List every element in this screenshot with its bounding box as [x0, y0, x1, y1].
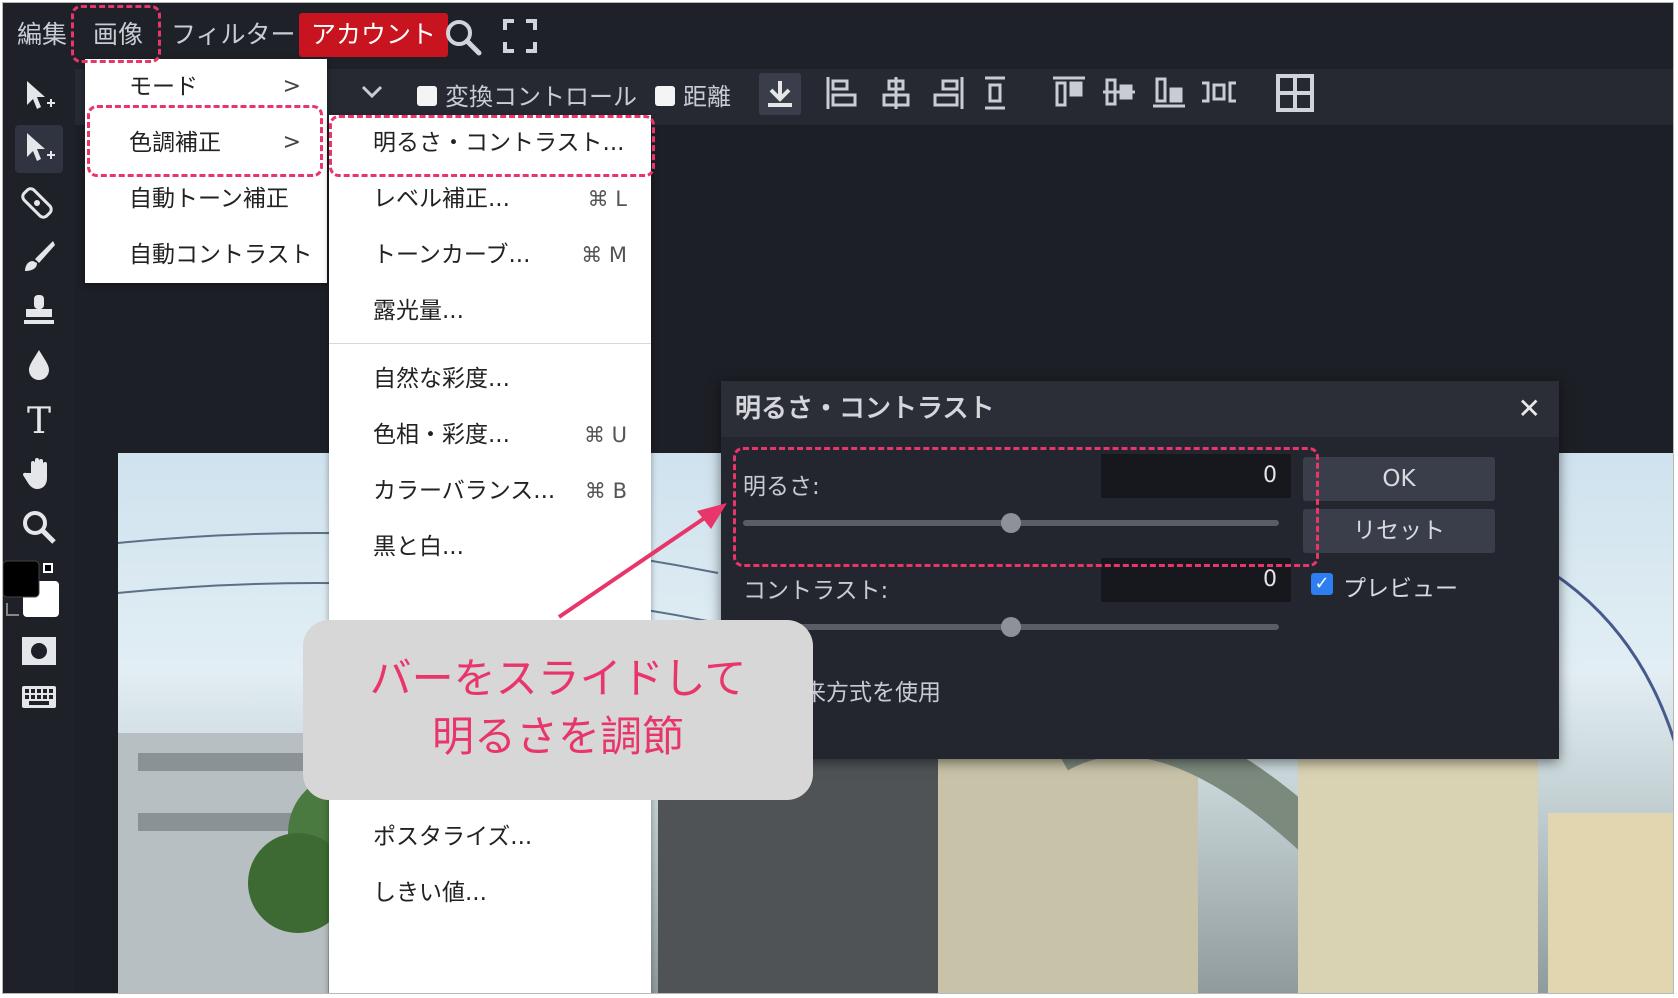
callout-line-2: 明るさを調節 [431, 712, 684, 761]
annotation-arrow [557, 503, 727, 619]
app-window: 編集 画像 フィルター アカウント 変換コントロール 距離 T モード > 色調… [2, 2, 1674, 994]
callout-line-1: バーをスライドして [369, 654, 747, 703]
instruction-callout: バーをスライドして 明るさを調節 [303, 620, 813, 800]
